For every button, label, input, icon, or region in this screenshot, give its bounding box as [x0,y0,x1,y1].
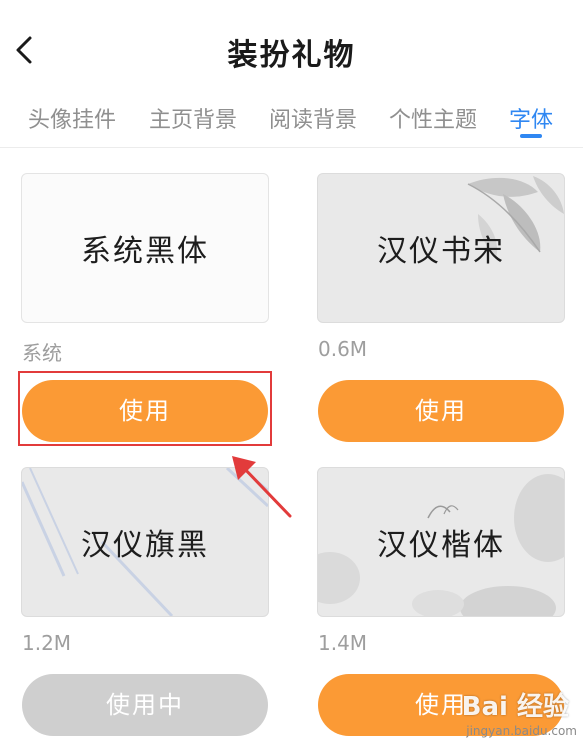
use-button[interactable]: 使用 [318,380,564,442]
font-card-hanyi-shusong[interactable]: 汉仪书宋 [317,173,565,323]
divider [0,147,583,148]
tab-active-indicator [520,134,542,138]
tab-reading-background[interactable]: 阅读背景 [269,102,357,134]
font-size-label: 1.4M [318,631,368,655]
header: 装扮礼物 [0,0,583,100]
font-preview-text: 汉仪书宋 [377,234,505,269]
tab-homepage-background[interactable]: 主页背景 [149,102,237,134]
font-size-label: 系统 [22,341,62,365]
tab-bar: 头像挂件 主页背景 阅读背景 个性主题 字体 [0,96,583,142]
font-size-label: 1.2M [22,631,72,655]
annotation-highlight-box [18,371,272,446]
tab-personal-theme[interactable]: 个性主题 [389,102,477,134]
tab-font[interactable]: 字体 [509,102,553,134]
font-preview-text: 汉仪旗黑 [81,528,209,563]
font-size-label: 0.6M [318,337,368,361]
use-button[interactable]: 使用 [318,674,564,736]
font-preview-text: 汉仪楷体 [377,528,505,563]
font-card-hanyi-kaiti[interactable]: 汉仪楷体 [317,467,565,617]
page-title: 装扮礼物 [227,38,356,73]
in-use-button[interactable]: 使用中 [22,674,268,736]
tab-avatar-pendant[interactable]: 头像挂件 [28,102,116,134]
font-preview-text: 系统黑体 [81,234,209,269]
font-card-system-heiti[interactable]: 系统黑体 [21,173,269,323]
annotation-arrow-icon [232,456,292,518]
